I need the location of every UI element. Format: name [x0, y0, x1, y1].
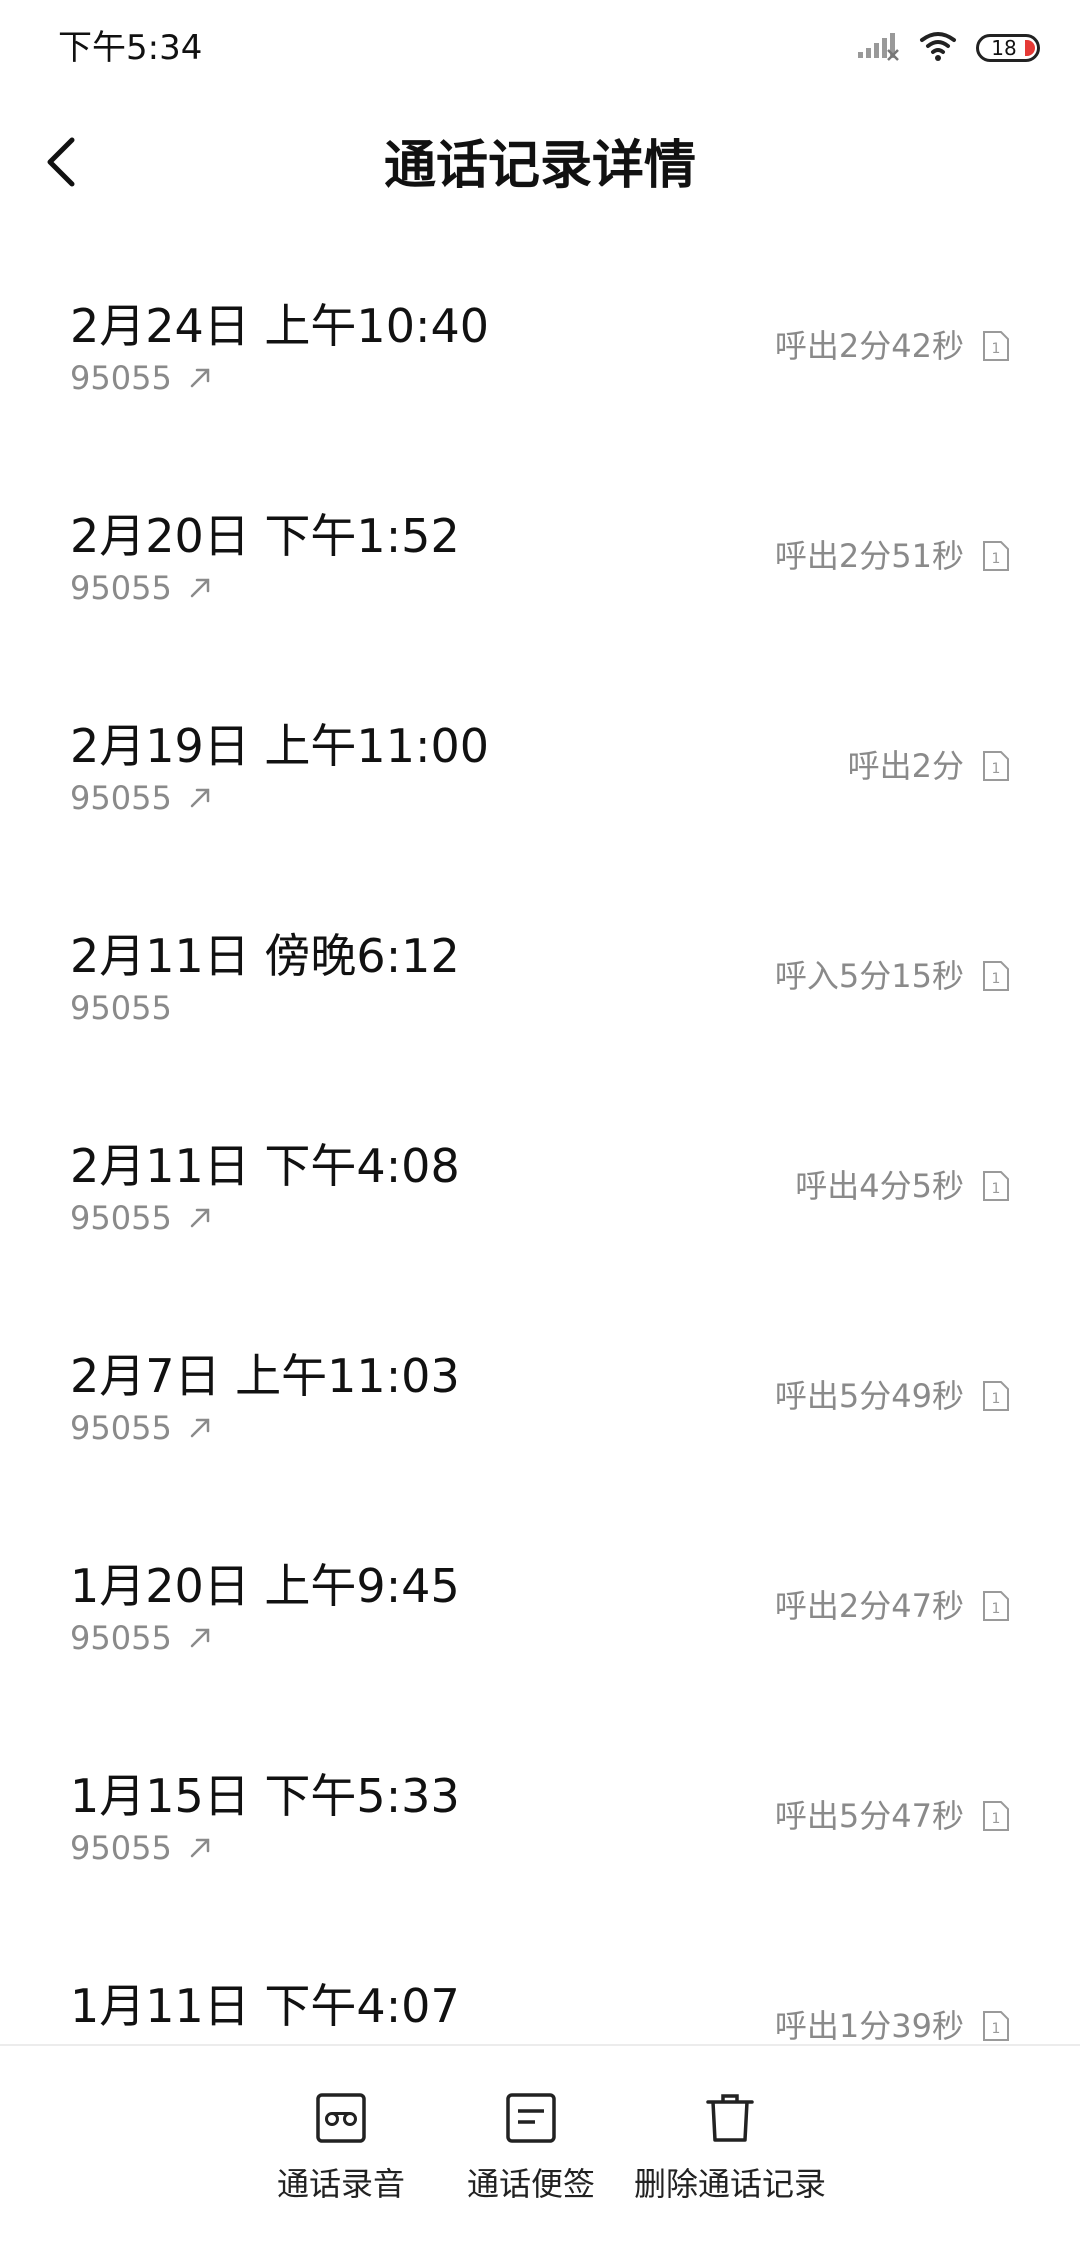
delete-call-log-button[interactable]: 删除通话记录 — [634, 2090, 826, 2204]
call-recording-button[interactable]: 通话录音 — [277, 2090, 405, 2204]
call-duration: 呼出2分42秒 — [774, 327, 964, 365]
sim-card-icon: 1 — [982, 540, 1010, 572]
call-note-icon — [503, 2090, 559, 2146]
call-right: 呼出4分5秒 1 — [795, 1166, 1010, 1206]
call-item[interactable]: 2月7日 上午11:03 95055 呼出5分49秒 1 — [0, 1296, 1080, 1506]
call-right: 呼出2分47秒 1 — [775, 1586, 1010, 1626]
call-right: 呼入5分15秒 1 — [775, 956, 1010, 996]
status-bar: 下午5:34 18 — [0, 0, 1080, 96]
call-number-row: 95055 — [70, 1199, 212, 1237]
call-datetime: 2月11日 傍晚6:12 — [70, 929, 460, 983]
call-datetime: 2月19日 上午11:00 — [70, 719, 489, 773]
battery-level: 18 — [991, 36, 1017, 60]
call-note-button[interactable]: 通话便签 — [467, 2090, 595, 2204]
call-number-row: 95055 — [70, 779, 212, 817]
call-number: 95055 — [70, 1619, 172, 1657]
call-item[interactable]: 2月20日 下午1:52 95055 呼出2分51秒 1 — [0, 456, 1080, 666]
call-number-row: 95055 — [70, 1829, 212, 1867]
svg-text:1: 1 — [992, 971, 1001, 987]
status-time: 下午5:34 — [58, 28, 203, 68]
call-right: 呼出5分47秒 1 — [775, 1796, 1010, 1836]
sim-card-icon: 1 — [982, 2010, 1010, 2042]
call-number: 95055 — [70, 1409, 172, 1447]
call-number-row: 95055 — [70, 1409, 212, 1447]
call-number-row: 95055 — [70, 1619, 212, 1657]
svg-text:1: 1 — [992, 1601, 1001, 1617]
delete-call-log-label: 删除通话记录 — [633, 2165, 827, 2203]
call-number: 95055 — [70, 359, 172, 397]
wifi-icon — [918, 30, 958, 66]
call-number-row: 95055 — [70, 989, 172, 1027]
call-number: 95055 — [70, 989, 172, 1027]
call-item[interactable]: 1月11日 下午4:07 95055 呼出1分39秒 1 — [0, 1926, 1080, 2044]
sim-card-icon: 1 — [982, 1170, 1010, 1202]
outgoing-arrow-icon — [188, 576, 212, 600]
outgoing-arrow-icon — [188, 786, 212, 810]
call-number: 95055 — [70, 779, 172, 817]
svg-text:1: 1 — [992, 761, 1001, 777]
call-duration: 呼入5分15秒 — [774, 957, 964, 995]
call-duration: 呼出5分47秒 — [774, 1797, 964, 1835]
svg-text:1: 1 — [992, 2021, 1001, 2037]
call-item[interactable]: 2月11日 下午4:08 95055 呼出4分5秒 1 — [0, 1086, 1080, 1296]
sim-card-icon: 1 — [982, 1590, 1010, 1622]
svg-text:1: 1 — [992, 341, 1001, 357]
call-right: 呼出2分 1 — [848, 746, 1010, 786]
call-duration: 呼出2分47秒 — [774, 1587, 964, 1625]
outgoing-arrow-icon — [188, 366, 212, 390]
call-number: 95055 — [70, 1829, 172, 1867]
sim-card-icon: 1 — [982, 750, 1010, 782]
call-item[interactable]: 1月20日 上午9:45 95055 呼出2分47秒 1 — [0, 1506, 1080, 1716]
call-item[interactable]: 2月24日 上午10:40 95055 呼出2分42秒 1 — [0, 246, 1080, 456]
call-duration: 呼出4分5秒 — [795, 1167, 964, 1205]
call-right: 呼出2分42秒 1 — [775, 326, 1010, 366]
sim-card-icon: 1 — [982, 330, 1010, 362]
sim-card-icon: 1 — [982, 1800, 1010, 1832]
call-number: 95055 — [70, 1199, 172, 1237]
call-right: 呼出5分49秒 1 — [775, 1376, 1010, 1416]
svg-text:1: 1 — [992, 551, 1001, 567]
call-list[interactable]: 2月24日 上午10:40 95055 呼出2分42秒 1 2月20日 下午1:… — [0, 246, 1080, 2044]
outgoing-arrow-icon — [188, 1626, 212, 1650]
signal-icon — [856, 30, 900, 66]
call-recording-label: 通话录音 — [276, 2165, 406, 2203]
outgoing-arrow-icon — [188, 1416, 212, 1440]
call-duration: 呼出5分49秒 — [774, 1377, 964, 1415]
call-datetime: 1月20日 上午9:45 — [70, 1559, 460, 1613]
battery-low-indicator — [1025, 40, 1035, 56]
sim-card-icon: 1 — [982, 960, 1010, 992]
svg-text:1: 1 — [992, 1391, 1001, 1407]
call-number: 95055 — [70, 569, 172, 607]
call-item[interactable]: 2月11日 傍晚6:12 95055 呼入5分15秒 1 — [0, 876, 1080, 1086]
outgoing-arrow-icon — [188, 1206, 212, 1230]
call-item[interactable]: 1月15日 下午5:33 95055 呼出5分47秒 1 — [0, 1716, 1080, 1926]
battery-icon: 18 — [976, 34, 1040, 62]
call-recording-icon — [313, 2090, 369, 2146]
call-number-row: 95055 — [70, 569, 212, 607]
outgoing-arrow-icon — [188, 1836, 212, 1860]
svg-text:1: 1 — [992, 1811, 1001, 1827]
trash-icon — [702, 2090, 758, 2146]
call-datetime: 2月11日 下午4:08 — [70, 1139, 460, 1193]
call-duration: 呼出2分51秒 — [774, 537, 964, 575]
call-note-label: 通话便签 — [466, 2165, 596, 2203]
bottom-action-bar: 通话录音 通话便签 删除通话记录 — [0, 2044, 1080, 2248]
call-duration: 呼出2分 — [847, 747, 964, 785]
call-datetime: 2月7日 上午11:03 — [70, 1349, 460, 1403]
call-item[interactable]: 2月19日 上午11:00 95055 呼出2分 1 — [0, 666, 1080, 876]
call-right: 呼出2分51秒 1 — [775, 536, 1010, 576]
call-datetime: 2月24日 上午10:40 — [70, 299, 489, 353]
header: 通话记录详情 — [0, 96, 1080, 246]
call-duration: 呼出1分39秒 — [774, 2007, 964, 2044]
call-datetime: 1月15日 下午5:33 — [70, 1769, 460, 1823]
status-icons: 18 — [856, 28, 1040, 68]
call-number-row: 95055 — [70, 359, 212, 397]
call-datetime: 2月20日 下午1:52 — [70, 509, 460, 563]
call-right: 呼出1分39秒 1 — [775, 2006, 1010, 2044]
call-datetime: 1月11日 下午4:07 — [70, 1979, 460, 2033]
svg-text:1: 1 — [992, 1181, 1001, 1197]
page-title: 通话记录详情 — [383, 136, 696, 196]
sim-card-icon: 1 — [982, 1380, 1010, 1412]
